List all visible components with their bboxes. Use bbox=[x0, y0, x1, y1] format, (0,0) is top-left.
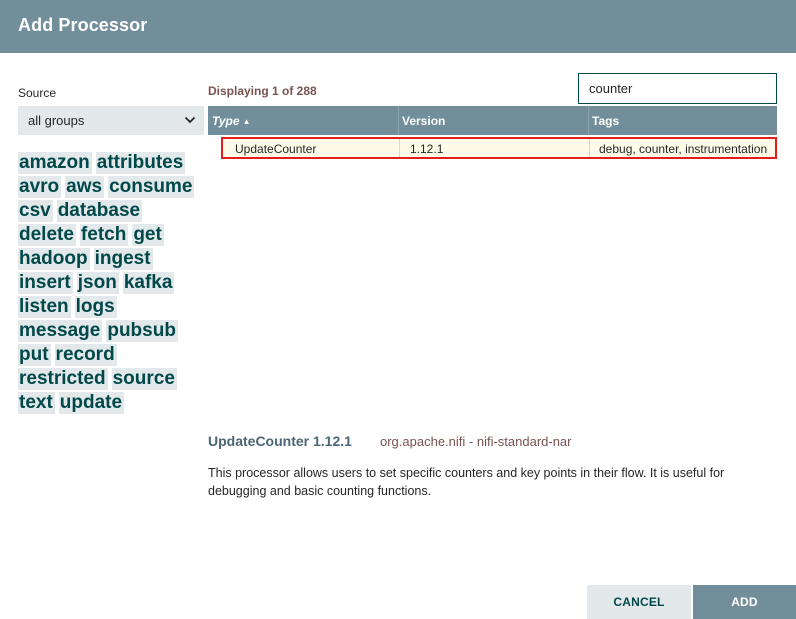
tag-database[interactable]: database bbox=[56, 200, 143, 222]
column-divider bbox=[398, 106, 399, 135]
tag-logs[interactable]: logs bbox=[74, 296, 117, 318]
column-header-version[interactable]: Version bbox=[402, 114, 445, 128]
tag-json[interactable]: json bbox=[76, 272, 119, 294]
tag-put[interactable]: put bbox=[18, 344, 51, 366]
dialog-header: Add Processor bbox=[0, 0, 796, 53]
tag-row: message pubsub bbox=[18, 320, 208, 344]
table-row-selected[interactable]: UpdateCounter 1.12.1 debug, counter, ins… bbox=[221, 137, 777, 159]
source-label: Source bbox=[18, 86, 57, 100]
cell-divider bbox=[589, 139, 590, 157]
tag-message[interactable]: message bbox=[18, 320, 103, 342]
source-group-select[interactable]: all groups bbox=[18, 106, 204, 135]
processor-description: This processor allows users to set speci… bbox=[208, 466, 725, 498]
processor-name: UpdateCounter 1.12.1 bbox=[208, 433, 352, 449]
tag-insert[interactable]: insert bbox=[18, 272, 73, 294]
tag-cloud: amazon attributes avro aws consume csv databas… bbox=[18, 152, 208, 416]
tag-csv[interactable]: csv bbox=[18, 200, 53, 222]
tag-fetch[interactable]: fetch bbox=[79, 224, 129, 246]
cancel-button[interactable]: CANCEL bbox=[587, 585, 691, 619]
tag-pubsub[interactable]: pubsub bbox=[106, 320, 178, 342]
tag-restricted[interactable]: restricted bbox=[18, 368, 108, 390]
processor-bundle: org.apache.nifi - nifi-standard-nar bbox=[380, 434, 572, 449]
tag-row: delete fetch get bbox=[18, 224, 208, 248]
cell-divider bbox=[399, 139, 400, 157]
tag-get[interactable]: get bbox=[132, 224, 164, 246]
dialog-title: Add Processor bbox=[18, 15, 148, 35]
tag-update[interactable]: update bbox=[58, 392, 125, 414]
column-header-tags[interactable]: Tags bbox=[592, 114, 619, 128]
tag-kafka[interactable]: kafka bbox=[122, 272, 175, 294]
processor-filter-input[interactable] bbox=[578, 73, 777, 104]
tag-row: csv database bbox=[18, 200, 208, 224]
tag-row: hadoop ingest bbox=[18, 248, 208, 272]
source-selected-value: all groups bbox=[28, 113, 85, 128]
tag-listen[interactable]: listen bbox=[18, 296, 71, 318]
column-header-type-label: Type bbox=[212, 114, 240, 128]
column-divider bbox=[588, 106, 589, 135]
tag-row: restricted source bbox=[18, 368, 208, 392]
cell-type: UpdateCounter bbox=[235, 142, 317, 156]
tag-row: amazon attributes bbox=[18, 152, 208, 176]
chevron-down-icon bbox=[184, 116, 196, 124]
sort-ascending-icon: ▲ bbox=[242, 117, 251, 126]
tag-consume[interactable]: consume bbox=[108, 176, 195, 198]
column-header-type[interactable]: Type ▲ bbox=[212, 114, 250, 128]
tag-row: insert json kafka bbox=[18, 272, 208, 296]
tag-aws[interactable]: aws bbox=[65, 176, 105, 198]
tag-row: listen logs bbox=[18, 296, 208, 320]
tag-source[interactable]: source bbox=[111, 368, 177, 390]
table-header: Type ▲ Version Tags bbox=[208, 106, 777, 135]
cell-tags: debug, counter, instrumentation bbox=[599, 142, 768, 156]
cell-version: 1.12.1 bbox=[410, 142, 444, 156]
tag-amazon[interactable]: amazon bbox=[18, 152, 92, 174]
tag-text[interactable]: text bbox=[18, 392, 55, 414]
tag-row: put record bbox=[18, 344, 208, 368]
tag-record[interactable]: record bbox=[54, 344, 117, 366]
tag-row: avro aws consume bbox=[18, 176, 208, 200]
displaying-count: Displaying 1 of 288 bbox=[208, 84, 317, 98]
tag-ingest[interactable]: ingest bbox=[93, 248, 153, 270]
tag-delete[interactable]: delete bbox=[18, 224, 76, 246]
add-button[interactable]: ADD bbox=[693, 585, 796, 619]
tag-avro[interactable]: avro bbox=[18, 176, 62, 198]
tag-attributes[interactable]: attributes bbox=[95, 152, 186, 174]
tag-row: text update bbox=[18, 392, 208, 416]
tag-hadoop[interactable]: hadoop bbox=[18, 248, 90, 270]
